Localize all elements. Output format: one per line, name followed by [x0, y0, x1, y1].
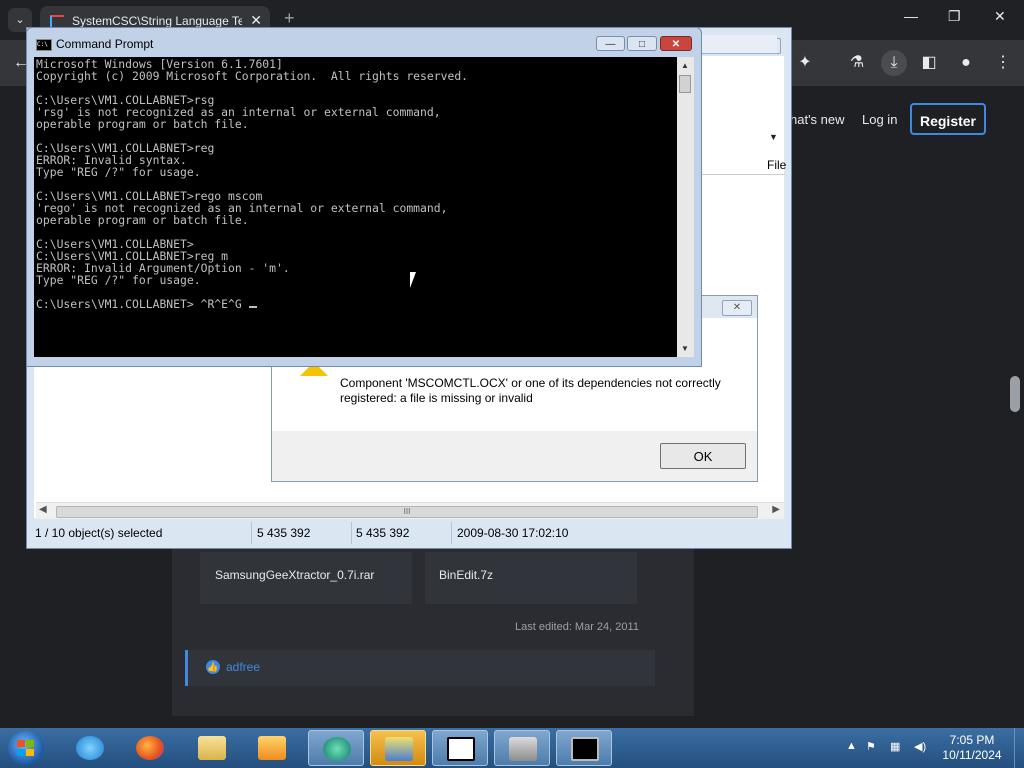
mouse-pointer-icon [410, 272, 416, 288]
column-header-label: File [767, 158, 787, 172]
like-icon: 👍 [206, 660, 220, 674]
status-divider [251, 522, 252, 544]
reaction-user-link[interactable]: adfree [226, 660, 260, 674]
windows-update-icon[interactable] [370, 730, 426, 766]
windows-logo-icon [17, 740, 25, 747]
status-divider [451, 522, 452, 544]
cmd-minimize-icon[interactable]: — [596, 36, 625, 51]
status-size: 5 435 392 [257, 526, 311, 540]
cmd-maximize-icon[interactable]: □ [627, 36, 657, 51]
console-scrollbar-thumb[interactable] [679, 75, 691, 93]
clock-time: 7:05 PM [949, 733, 995, 747]
status-modified: 2009-08-30 17:02:10 [457, 526, 569, 540]
status-packed-size: 5 435 392 [356, 526, 410, 540]
labs-flask-icon[interactable]: ⚗ [844, 50, 870, 76]
page-scrollbar-thumb[interactable] [1010, 376, 1020, 412]
whats-new-link[interactable]: hat's new [790, 112, 845, 127]
log-in-link[interactable]: Log in [862, 112, 897, 127]
attachment-filename: BinEdit.7z [439, 568, 494, 582]
tab-title: SystemCSC\String Language Te [72, 14, 242, 28]
restore-icon[interactable]: ❐ [948, 8, 961, 25]
clock-date: 10/11/2024 [942, 748, 1002, 762]
system-clock[interactable]: 7:05 PM 10/11/2024 [938, 733, 1006, 763]
firefox-icon[interactable] [122, 730, 178, 766]
internet-explorer-icon[interactable] [62, 730, 118, 766]
show-hidden-icons[interactable]: ▲ [846, 740, 857, 752]
download-icon[interactable]: ⤓ [881, 50, 907, 76]
attachment-filename: SamsungGeeXtractor_0.7i.rar [215, 568, 375, 582]
file-explorer-icon[interactable] [184, 730, 240, 766]
attachment-item[interactable]: BinEdit.7z [425, 552, 637, 604]
7zip-icon[interactable] [432, 730, 488, 766]
status-bar: 1 / 10 object(s) selected 5 435 392 5 43… [34, 522, 784, 544]
scroll-down-icon[interactable]: ▼ [681, 344, 689, 353]
horizontal-scrollbar[interactable]: ◀ III ▶ [36, 502, 784, 519]
network-icon[interactable]: ▦ [890, 740, 900, 753]
command-prompt-icon[interactable] [556, 730, 612, 766]
close-window-icon[interactable]: ✕ [994, 8, 1006, 25]
command-prompt-window: C:\ Command Prompt — □ ✕ Microsoft Windo… [26, 27, 702, 367]
console-scrollbar[interactable]: ▲ ▼ [677, 57, 694, 357]
dialog-footer: OK [272, 431, 757, 481]
status-divider [351, 522, 352, 544]
column-header[interactable]: File [701, 154, 787, 175]
register-button[interactable]: Register [910, 103, 986, 135]
volume-icon[interactable]: ◀) [914, 740, 926, 753]
cmd-window-icon[interactable]: C:\ [36, 39, 52, 51]
tools-icon[interactable] [494, 730, 550, 766]
side-panel-icon[interactable]: ◧ [916, 50, 942, 76]
media-player-icon[interactable] [244, 730, 300, 766]
error-message: Component 'MSCOMCTL.OCX' or one of its d… [340, 376, 721, 405]
status-selection: 1 / 10 object(s) selected [35, 526, 163, 540]
dialog-close-icon[interactable]: ✕ [722, 300, 752, 316]
window-title: Command Prompt [56, 37, 154, 51]
console-text: Microsoft Windows [Version 6.1.7601] Cop… [36, 57, 469, 311]
taskbar: ▲ ⚑ ▦ ◀) 7:05 PM 10/11/2024 [0, 728, 1024, 768]
menu-kebab-icon[interactable]: ⋮ [990, 50, 1016, 76]
minimize-icon[interactable]: — [904, 8, 918, 24]
extensions-icon[interactable]: ✦ [792, 50, 818, 76]
path-dropdown-icon[interactable]: ▼ [769, 132, 778, 142]
cmd-close-icon[interactable]: ✕ [660, 36, 692, 51]
show-desktop-button[interactable] [1014, 728, 1024, 768]
action-center-icon[interactable]: ⚑ [866, 740, 876, 753]
scroll-left-icon[interactable]: ◀ [39, 504, 47, 515]
text-cursor [248, 306, 257, 308]
green-app-icon[interactable] [308, 730, 364, 766]
scroll-up-icon[interactable]: ▲ [681, 61, 689, 70]
profile-avatar-icon[interactable]: ● [953, 50, 979, 76]
cmd-titlebar[interactable]: C:\ Command Prompt — □ ✕ [27, 28, 701, 58]
start-button[interactable] [8, 731, 44, 765]
attachment-item[interactable]: SamsungGeeXtractor_0.7i.rar [200, 552, 412, 604]
last-edited-text: Last edited: Mar 24, 2011 [515, 621, 639, 633]
reaction-bar: 👍 adfree [185, 650, 655, 686]
ok-button[interactable]: OK [660, 443, 746, 469]
console-output[interactable]: Microsoft Windows [Version 6.1.7601] Cop… [34, 57, 677, 357]
scrollbar-thumb[interactable]: III [56, 506, 758, 518]
new-tab-button[interactable]: + [284, 8, 295, 29]
scroll-right-icon[interactable]: ▶ [772, 504, 780, 515]
address-bar[interactable] [701, 35, 777, 54]
